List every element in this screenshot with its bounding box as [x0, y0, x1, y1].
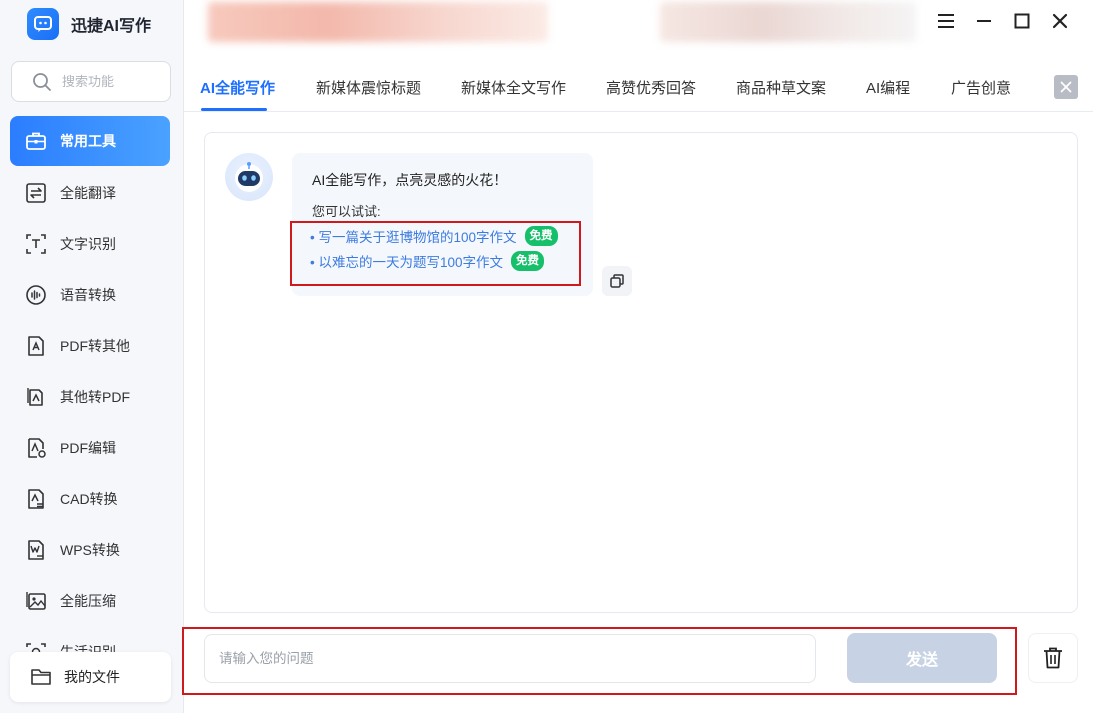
search-icon: [33, 72, 51, 91]
tab-ad-creative[interactable]: 广告创意: [951, 77, 1011, 98]
sidebar-item-label: 常用工具: [60, 133, 116, 149]
to-pdf-icon: [24, 385, 48, 409]
maximize-button[interactable]: [1009, 8, 1035, 34]
suggestion-text: 以难忘的一天为题写100字作文: [310, 251, 503, 271]
sidebar-item-pdf-edit[interactable]: PDF编辑: [10, 422, 170, 473]
brand: 迅捷AI写作: [27, 8, 151, 40]
trash-icon: [1044, 647, 1062, 669]
close-window-button[interactable]: [1047, 8, 1073, 34]
tab-top-answer[interactable]: 高赞优秀回答: [606, 77, 696, 98]
sidebar-item-translate[interactable]: 全能翻译: [10, 167, 170, 218]
maximize-icon: [1014, 13, 1030, 29]
sidebar-item-wps[interactable]: WPS转换: [10, 524, 170, 575]
copy-button[interactable]: [602, 266, 632, 296]
free-badge: 免费: [524, 226, 558, 246]
title-bar: [184, 0, 1093, 50]
folder-icon: [31, 669, 51, 685]
sidebar-item-text-recognition[interactable]: 文字识别: [10, 218, 170, 269]
pdf-convert-icon: [24, 334, 48, 358]
my-files-label: 我的文件: [64, 669, 120, 685]
tab-full-article[interactable]: 新媒体全文写作: [461, 77, 566, 98]
sidebar-item-voice[interactable]: 语音转换: [10, 269, 170, 320]
suggestion-item[interactable]: 写一篇关于逛博物馆的100字作文 免费: [310, 226, 558, 246]
robot-icon: [235, 162, 263, 192]
suggestion-text: 写一篇关于逛博物馆的100字作文: [310, 226, 516, 246]
sidebar-item-label: PDF编辑: [60, 439, 116, 456]
pdf-edit-icon: [24, 436, 48, 460]
sidebar-item-common-tools[interactable]: 常用工具: [10, 116, 170, 166]
text-recognition-icon: [24, 232, 48, 256]
hamburger-menu-icon: [938, 14, 954, 28]
greeting-text: AI全能写作，点亮灵感的火花！: [312, 172, 508, 188]
sidebar-item-compress[interactable]: 全能压缩: [10, 575, 170, 626]
app-title: 迅捷AI写作: [71, 18, 152, 35]
feature-tabs: AI全能写作 新媒体震惊标题 新媒体全文写作 高赞优秀回答 商品种草文案 AI编…: [184, 62, 1093, 112]
chat-panel: AI全能写作，点亮灵感的火花！ 您可以试试: 写一篇关于逛博物馆的100字作文 …: [204, 132, 1078, 613]
suggestion-item[interactable]: 以难忘的一天为题写100字作文 免费: [310, 251, 545, 271]
try-label: 您可以试试:: [312, 204, 381, 219]
active-tab-indicator: [201, 108, 267, 111]
sidebar-item-label: 全能翻译: [60, 184, 116, 201]
search-input[interactable]: [62, 74, 162, 89]
blurred-banner: [208, 2, 548, 42]
sidebar-item-label: 语音转换: [60, 286, 116, 303]
sidebar: 迅捷AI写作 常用工具 全能翻译 文字识别 语音转换 PDF转其他 其他转PDF: [0, 0, 184, 713]
free-badge: 免费: [511, 251, 545, 271]
close-icon: [1060, 81, 1072, 93]
sidebar-item-label: CAD转换: [60, 490, 118, 507]
blurred-banner-secondary: [660, 2, 916, 42]
tab-shock-title[interactable]: 新媒体震惊标题: [316, 77, 421, 98]
minimize-icon: [977, 20, 991, 22]
bot-message-bubble: AI全能写作，点亮灵感的火花！ 您可以试试: 写一篇关于逛博物馆的100字作文 …: [292, 153, 593, 296]
sidebar-item-label: WPS转换: [60, 541, 120, 558]
sidebar-nav: 常用工具 全能翻译 文字识别 语音转换 PDF转其他 其他转PDF PDF编辑: [10, 116, 170, 677]
tab-product-copy[interactable]: 商品种草文案: [736, 77, 826, 98]
toolbox-icon: [24, 129, 48, 153]
close-icon: [1052, 13, 1068, 29]
app-logo-icon: [27, 8, 59, 40]
search-box[interactable]: [11, 61, 171, 102]
sidebar-item-other-to-pdf[interactable]: 其他转PDF: [10, 371, 170, 422]
sidebar-item-pdf-to-other[interactable]: PDF转其他: [10, 320, 170, 371]
cad-icon: [24, 487, 48, 511]
menu-button[interactable]: [933, 8, 959, 34]
close-tab-button[interactable]: [1054, 75, 1078, 99]
sidebar-item-label: PDF转其他: [60, 337, 130, 354]
copy-icon: [610, 274, 624, 288]
sidebar-item-label: 其他转PDF: [60, 388, 130, 405]
translate-icon: [24, 181, 48, 205]
sidebar-item-label: 全能压缩: [60, 592, 116, 609]
bot-avatar: [225, 153, 273, 201]
compress-icon: [24, 589, 48, 613]
sidebar-item-label: 文字识别: [60, 235, 116, 252]
minimize-button[interactable]: [971, 8, 997, 34]
clear-chat-button[interactable]: [1028, 633, 1078, 683]
question-input[interactable]: [204, 634, 816, 683]
tab-ai-writing[interactable]: AI全能写作: [200, 77, 275, 98]
tab-ai-coding[interactable]: AI编程: [866, 77, 910, 98]
voice-icon: [24, 283, 48, 307]
send-button[interactable]: 发送: [847, 633, 997, 683]
sidebar-item-cad[interactable]: CAD转换: [10, 473, 170, 524]
my-files-button[interactable]: 我的文件: [10, 652, 171, 702]
wps-icon: [24, 538, 48, 562]
